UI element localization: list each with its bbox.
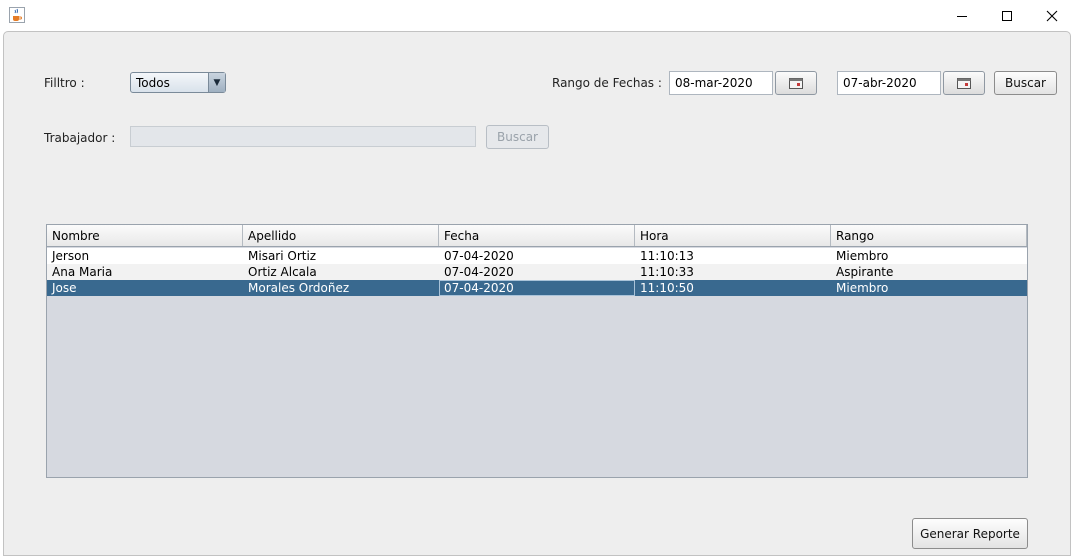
cell-nombre: Ana Maria — [52, 265, 113, 279]
filter-combobox[interactable]: Todos ▼ — [130, 72, 226, 93]
attendance-table[interactable]: Nombre Apellido Fecha Hora Rango Jerson … — [46, 224, 1028, 478]
worker-search-button[interactable]: Buscar — [486, 125, 549, 149]
title-bar — [0, 0, 1076, 31]
filter-label: Filltro : — [44, 76, 85, 90]
close-button[interactable] — [1029, 0, 1075, 31]
generate-report-button[interactable]: Generar Reporte — [912, 518, 1028, 549]
cell-apellido: Misari Ortiz — [248, 249, 317, 263]
cell-hora: 11:10:33 — [640, 265, 694, 279]
column-header-fecha[interactable]: Fecha — [439, 225, 635, 246]
cell-hora: 11:10:13 — [640, 249, 694, 263]
column-header-rango[interactable]: Rango — [831, 225, 1027, 246]
cell-rango: Miembro — [836, 249, 889, 263]
date-to-field[interactable]: 07-abr-2020 — [837, 71, 941, 95]
cell-apellido: Ortiz Alcala — [248, 265, 317, 279]
column-header-apellido[interactable]: Apellido — [243, 225, 439, 246]
column-header-hora[interactable]: Hora — [635, 225, 831, 246]
date-from-calendar-button[interactable] — [775, 71, 817, 95]
date-from-field[interactable]: 08-mar-2020 — [669, 71, 773, 95]
calendar-icon — [957, 77, 971, 89]
filter-selected-value: Todos — [136, 76, 170, 90]
table-row[interactable]: Ana Maria Ortiz Alcala 07-04-2020 11:10:… — [47, 264, 1027, 280]
calendar-icon — [789, 77, 803, 89]
cell-rango: Miembro — [836, 281, 889, 295]
date-search-button[interactable]: Buscar — [994, 71, 1057, 95]
cell-nombre: Jerson — [52, 249, 90, 263]
table-header: Nombre Apellido Fecha Hora Rango — [47, 225, 1027, 247]
date-range-label: Rango de Fechas : — [552, 76, 662, 90]
column-header-nombre[interactable]: Nombre — [47, 225, 243, 246]
cell-rango: Aspirante — [836, 265, 894, 279]
cell-fecha: 07-04-2020 — [439, 280, 635, 296]
close-icon — [1046, 10, 1058, 21]
minimize-button[interactable] — [939, 0, 985, 31]
cell-fecha: 07-04-2020 — [444, 249, 514, 263]
cell-nombre: Jose — [52, 281, 77, 295]
cell-fecha: 07-04-2020 — [444, 265, 514, 279]
worker-label: Trabajador : — [44, 131, 116, 145]
java-cup-icon[interactable] — [9, 7, 25, 23]
cell-apellido: Morales Ordoñez — [248, 281, 350, 295]
table-row[interactable]: Jerson Misari Ortiz 07-04-2020 11:10:13 … — [47, 248, 1027, 264]
maximize-icon — [1002, 10, 1012, 21]
chevron-down-icon[interactable]: ▼ — [208, 73, 225, 92]
cell-hora: 11:10:50 — [640, 281, 694, 295]
worker-input[interactable] — [130, 126, 476, 147]
maximize-button[interactable] — [984, 0, 1030, 31]
minimize-icon — [957, 15, 967, 17]
date-to-calendar-button[interactable] — [943, 71, 985, 95]
table-row-selected[interactable]: Jose Morales Ordoñez 07-04-2020 11:10:50… — [47, 280, 1027, 296]
